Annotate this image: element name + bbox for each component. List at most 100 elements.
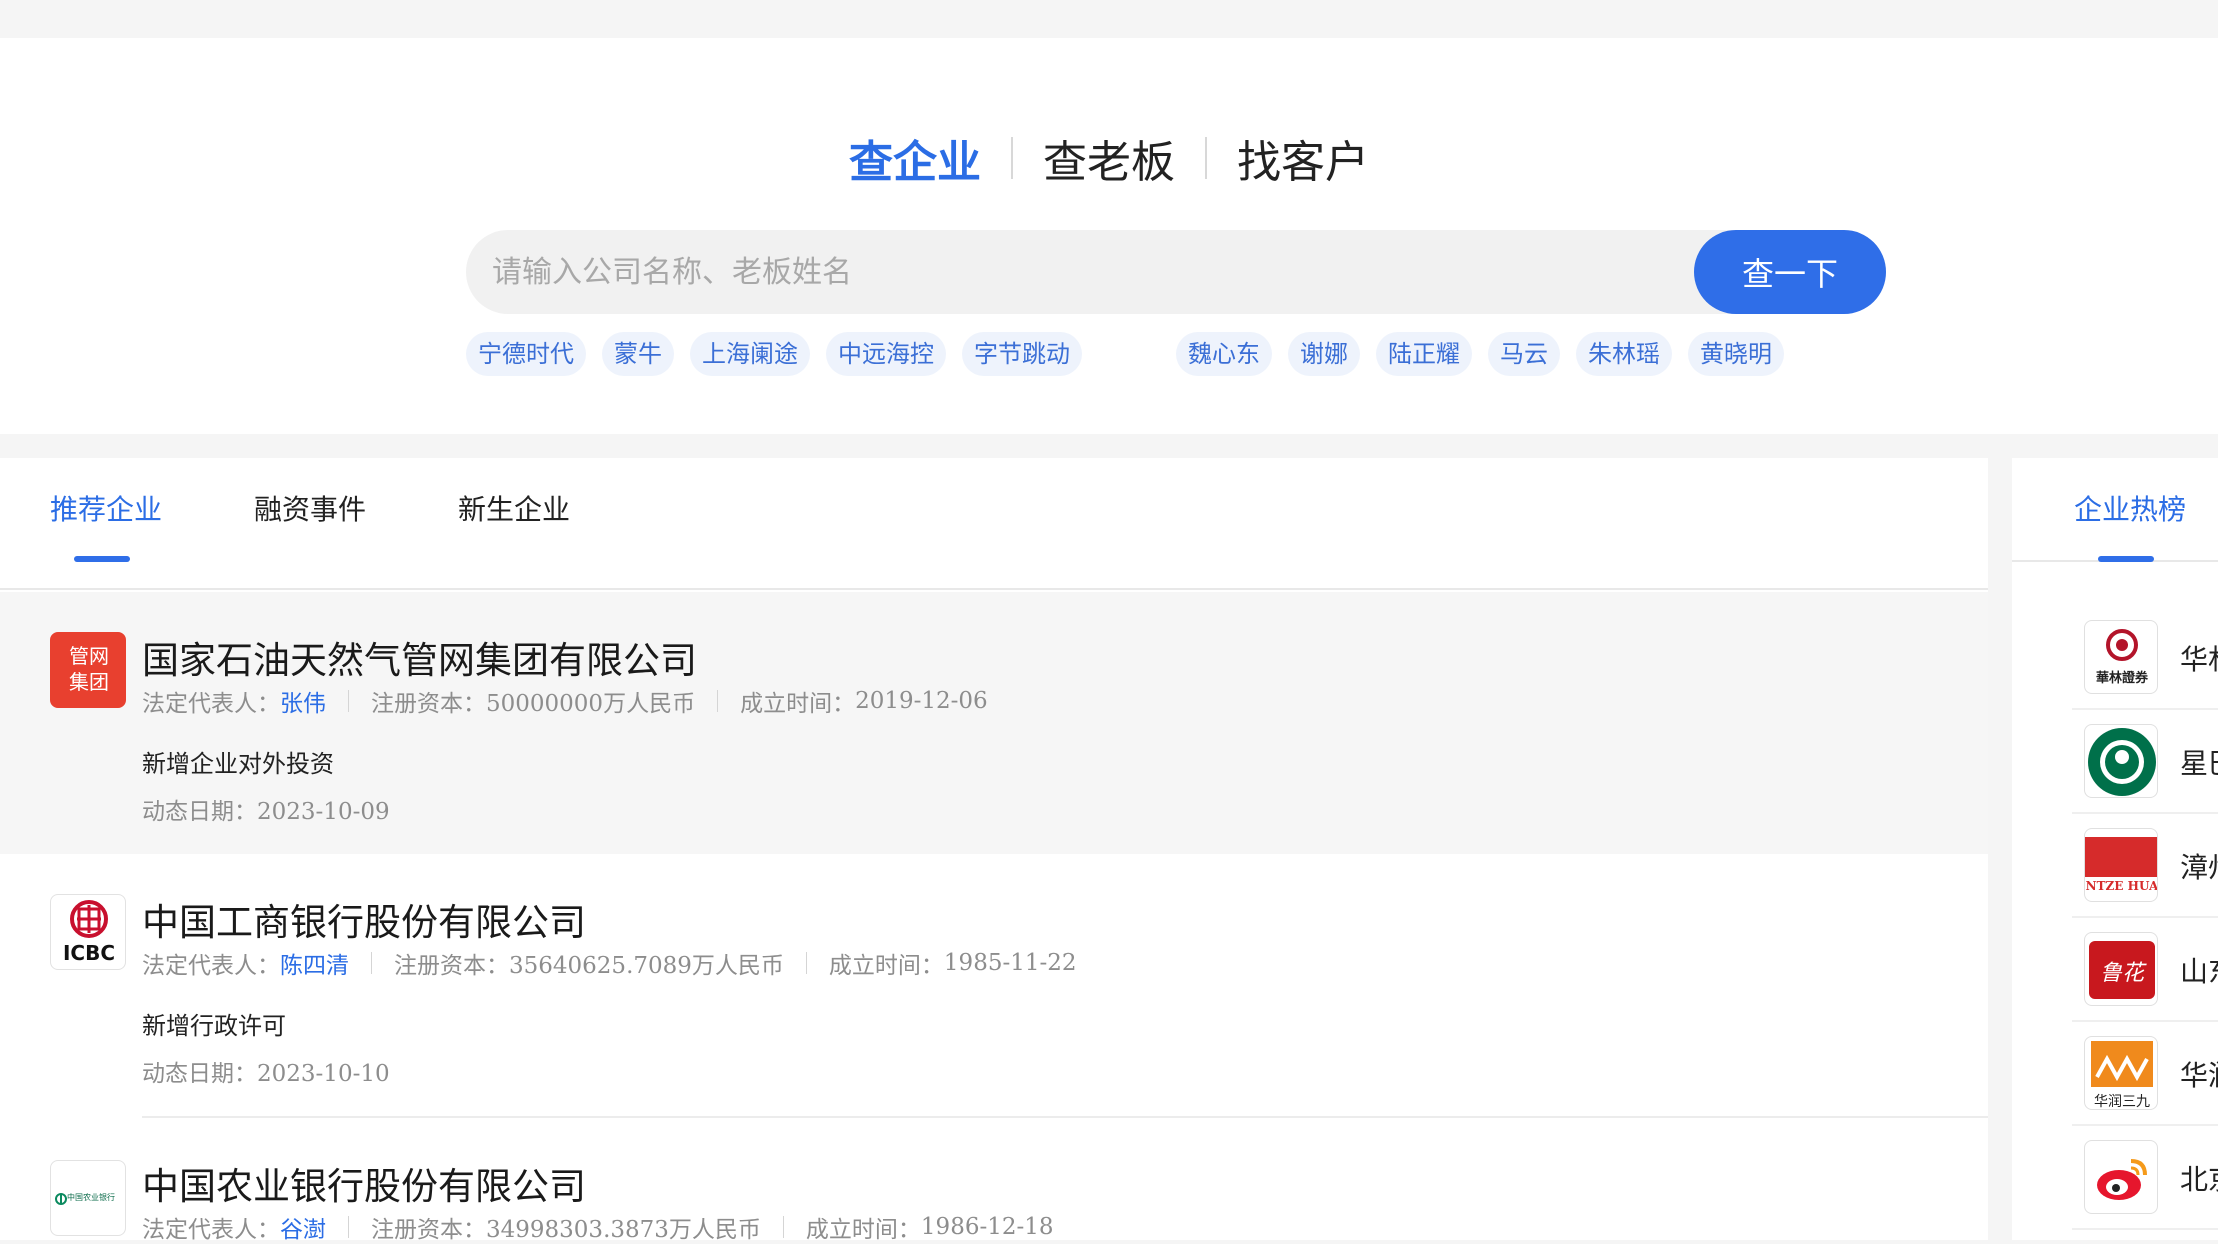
hot-tag-person[interactable]: 谢娜 [1288, 332, 1360, 376]
hot-company-name: 华林 [2180, 643, 2218, 676]
hot-companies-card: 企业热榜 華林證券 华林 星巴 NTZE HUA 漳州 [2012, 458, 2218, 1240]
icbc-logo-icon: ICBC [50, 894, 126, 970]
search-mode-tabs: 查企业 查老板 找客户 [0, 116, 2218, 200]
hot-tag-company[interactable]: 字节跳动 [962, 332, 1082, 376]
tab-financing-events[interactable]: 融资事件 [254, 488, 366, 528]
logo-text: 华润三九 [2094, 1094, 2150, 1110]
logo-text: ICBC [62, 941, 116, 965]
hot-tag-company[interactable]: 中远海控 [826, 332, 946, 376]
tab-recommended-companies[interactable]: 推荐企业 [50, 488, 162, 528]
weibo-emblem [2097, 1159, 2147, 1200]
logo-text: 中国农业银行 [67, 1193, 115, 1202]
company-list-item[interactable]: 中国农业银行 中国农业银行股份有限公司 法定代表人： 谷澍 注册资本： 3499… [0, 1118, 1988, 1243]
company-list-item[interactable]: ICBC 中国工商银行股份有限公司 法定代表人： 陈四清 注册资本： 35640… [0, 854, 1988, 1118]
hot-company-item[interactable]: 北京 [2072, 1126, 2218, 1230]
hot-tag-company[interactable]: 宁德时代 [466, 332, 586, 376]
company-name[interactable]: 中国农业银行股份有限公司 [142, 1156, 586, 1210]
hot-companies-header: 企业热榜 [2012, 458, 2218, 562]
hot-tag-person[interactable]: 黄晓明 [1688, 332, 1784, 376]
list-tabs: 推荐企业 融资事件 新生企业 [0, 458, 1988, 590]
event-text: 新增行政许可 [142, 1012, 286, 1040]
legal-representative-link[interactable]: 陈四清 [280, 946, 349, 980]
logo-text: 管网 [69, 644, 109, 668]
logo-text: NTZE HUA [2085, 879, 2158, 893]
hot-tag-company[interactable]: 上海阑途 [690, 332, 810, 376]
tab-search-boss[interactable]: 查老板 [1013, 126, 1205, 190]
search-panel: 查企业 查老板 找客户 查一下 宁德时代 蒙牛 上海阑途 中远海控 字节跳动 魏… [0, 38, 2218, 434]
hot-tag-company[interactable]: 蒙牛 [602, 332, 674, 376]
meta-divider [348, 690, 349, 712]
logo-text: 集团 [69, 670, 109, 694]
hot-company-item[interactable]: 星巴 [2072, 710, 2218, 814]
rep-label: 法定代表人： [142, 1217, 280, 1243]
event-text: 新增企业对外投资 [142, 750, 334, 778]
logo-text: 鲁花 [2099, 961, 2144, 986]
founded-label: 成立时间： [805, 1217, 921, 1243]
hot-company-item[interactable]: 华润三九 华润 [2072, 1022, 2218, 1126]
search-box: 查一下 [466, 230, 1886, 314]
rep-label: 法定代表人： [142, 691, 280, 717]
founded-date: 1986-12-18 [920, 1214, 1054, 1240]
hot-tag-person[interactable]: 魏心东 [1176, 332, 1272, 376]
company-list-card: 推荐企业 融资事件 新生企业 管网 集团 国家石油天然气管网集团有限公司 法定代… [0, 458, 1988, 1243]
hot-tag-person[interactable]: 马云 [1488, 332, 1560, 376]
china-resources-999-logo-icon: 华润三九 [2084, 1036, 2158, 1110]
meta-divider [805, 952, 807, 974]
event-date: 动态日期：2023-10-09 [142, 792, 390, 826]
rep-label: 法定代表人： [142, 953, 280, 979]
hot-company-name: 星巴 [2180, 747, 2218, 780]
active-tab-indicator [2098, 556, 2154, 562]
founded-date: 2019-12-06 [855, 688, 988, 714]
search-input[interactable] [466, 230, 1694, 314]
hot-company-name: 漳州 [2180, 851, 2218, 884]
company-meta: 法定代表人： 陈四清 注册资本： 35640625.7089万人民币 成立时间：… [142, 946, 1077, 980]
starbucks-emblem [2088, 728, 2156, 796]
abc-logo-icon: 中国农业银行 [50, 1160, 126, 1236]
event-date: 动态日期：2023-10-10 [142, 1054, 390, 1088]
company-list-item[interactable]: 管网 集团 国家石油天然气管网集团有限公司 法定代表人： 张伟 注册资本： 50… [0, 592, 1988, 854]
hot-company-item[interactable]: 華林證券 华林 [2072, 606, 2218, 710]
company-meta: 法定代表人： 张伟 注册资本： 50000000万人民币 成立时间： 2019-… [142, 684, 988, 718]
company-name[interactable]: 国家石油天然气管网集团有限公司 [142, 630, 697, 684]
hot-company-item[interactable]: 鲁花 山东 [2072, 918, 2218, 1022]
tab-find-customer[interactable]: 找客户 [1207, 126, 1399, 190]
hot-company-item[interactable]: NTZE HUA 漳州 [2072, 814, 2218, 918]
company-name[interactable]: 中国工商银行股份有限公司 [142, 892, 586, 946]
hualin-securities-logo-icon: 華林證券 [2084, 620, 2158, 694]
legal-representative-link[interactable]: 张伟 [280, 684, 326, 718]
meta-divider [782, 1216, 784, 1238]
legal-representative-link[interactable]: 谷澍 [280, 1210, 326, 1244]
capital-label: 注册资本： [394, 953, 509, 979]
tab-search-company[interactable]: 查企业 [819, 126, 1011, 190]
founded-label: 成立时间： [740, 691, 856, 717]
starbucks-logo-icon [2084, 724, 2158, 798]
hot-person-tags: 魏心东 谢娜 陆正耀 马云 朱林瑶 黄晓明 [1176, 332, 1784, 376]
pipechina-logo-icon: 管网 集团 [50, 632, 126, 708]
hot-tag-person[interactable]: 朱林瑶 [1576, 332, 1672, 376]
hot-companies-title[interactable]: 企业热榜 [2074, 488, 2186, 528]
company-meta: 法定代表人： 谷澍 注册资本： 34998303.3873万人民币 成立时间： … [142, 1210, 1054, 1244]
logo-text: 華林證券 [2095, 671, 2148, 686]
tab-new-companies[interactable]: 新生企业 [458, 488, 570, 528]
date-label: 动态日期： [142, 799, 257, 825]
date-value: 2023-10-10 [257, 1061, 390, 1087]
hot-company-name: 北京 [2180, 1163, 2218, 1196]
meta-divider [717, 690, 719, 712]
hot-tag-person[interactable]: 陆正耀 [1376, 332, 1472, 376]
meta-divider [348, 1216, 349, 1238]
registered-capital: 35640625.7089万人民币 [509, 953, 784, 979]
founded-date: 1985-11-22 [943, 950, 1077, 976]
hot-company-name: 华润 [2180, 1059, 2218, 1092]
date-value: 2023-10-09 [257, 799, 390, 825]
registered-capital: 50000000万人民币 [486, 691, 696, 717]
meta-divider [371, 952, 372, 974]
luhua-logo-icon: 鲁花 [2084, 932, 2158, 1006]
capital-label: 注册资本： [371, 691, 486, 717]
active-tab-indicator [74, 556, 130, 562]
date-label: 动态日期： [142, 1061, 257, 1087]
pientzehuang-logo-icon: NTZE HUA [2084, 828, 2158, 902]
hot-company-tags: 宁德时代 蒙牛 上海阑途 中远海控 字节跳动 [466, 332, 1082, 376]
search-button[interactable]: 查一下 [1694, 230, 1886, 314]
hot-company-name: 山东 [2180, 955, 2218, 988]
capital-label: 注册资本： [371, 1217, 486, 1243]
